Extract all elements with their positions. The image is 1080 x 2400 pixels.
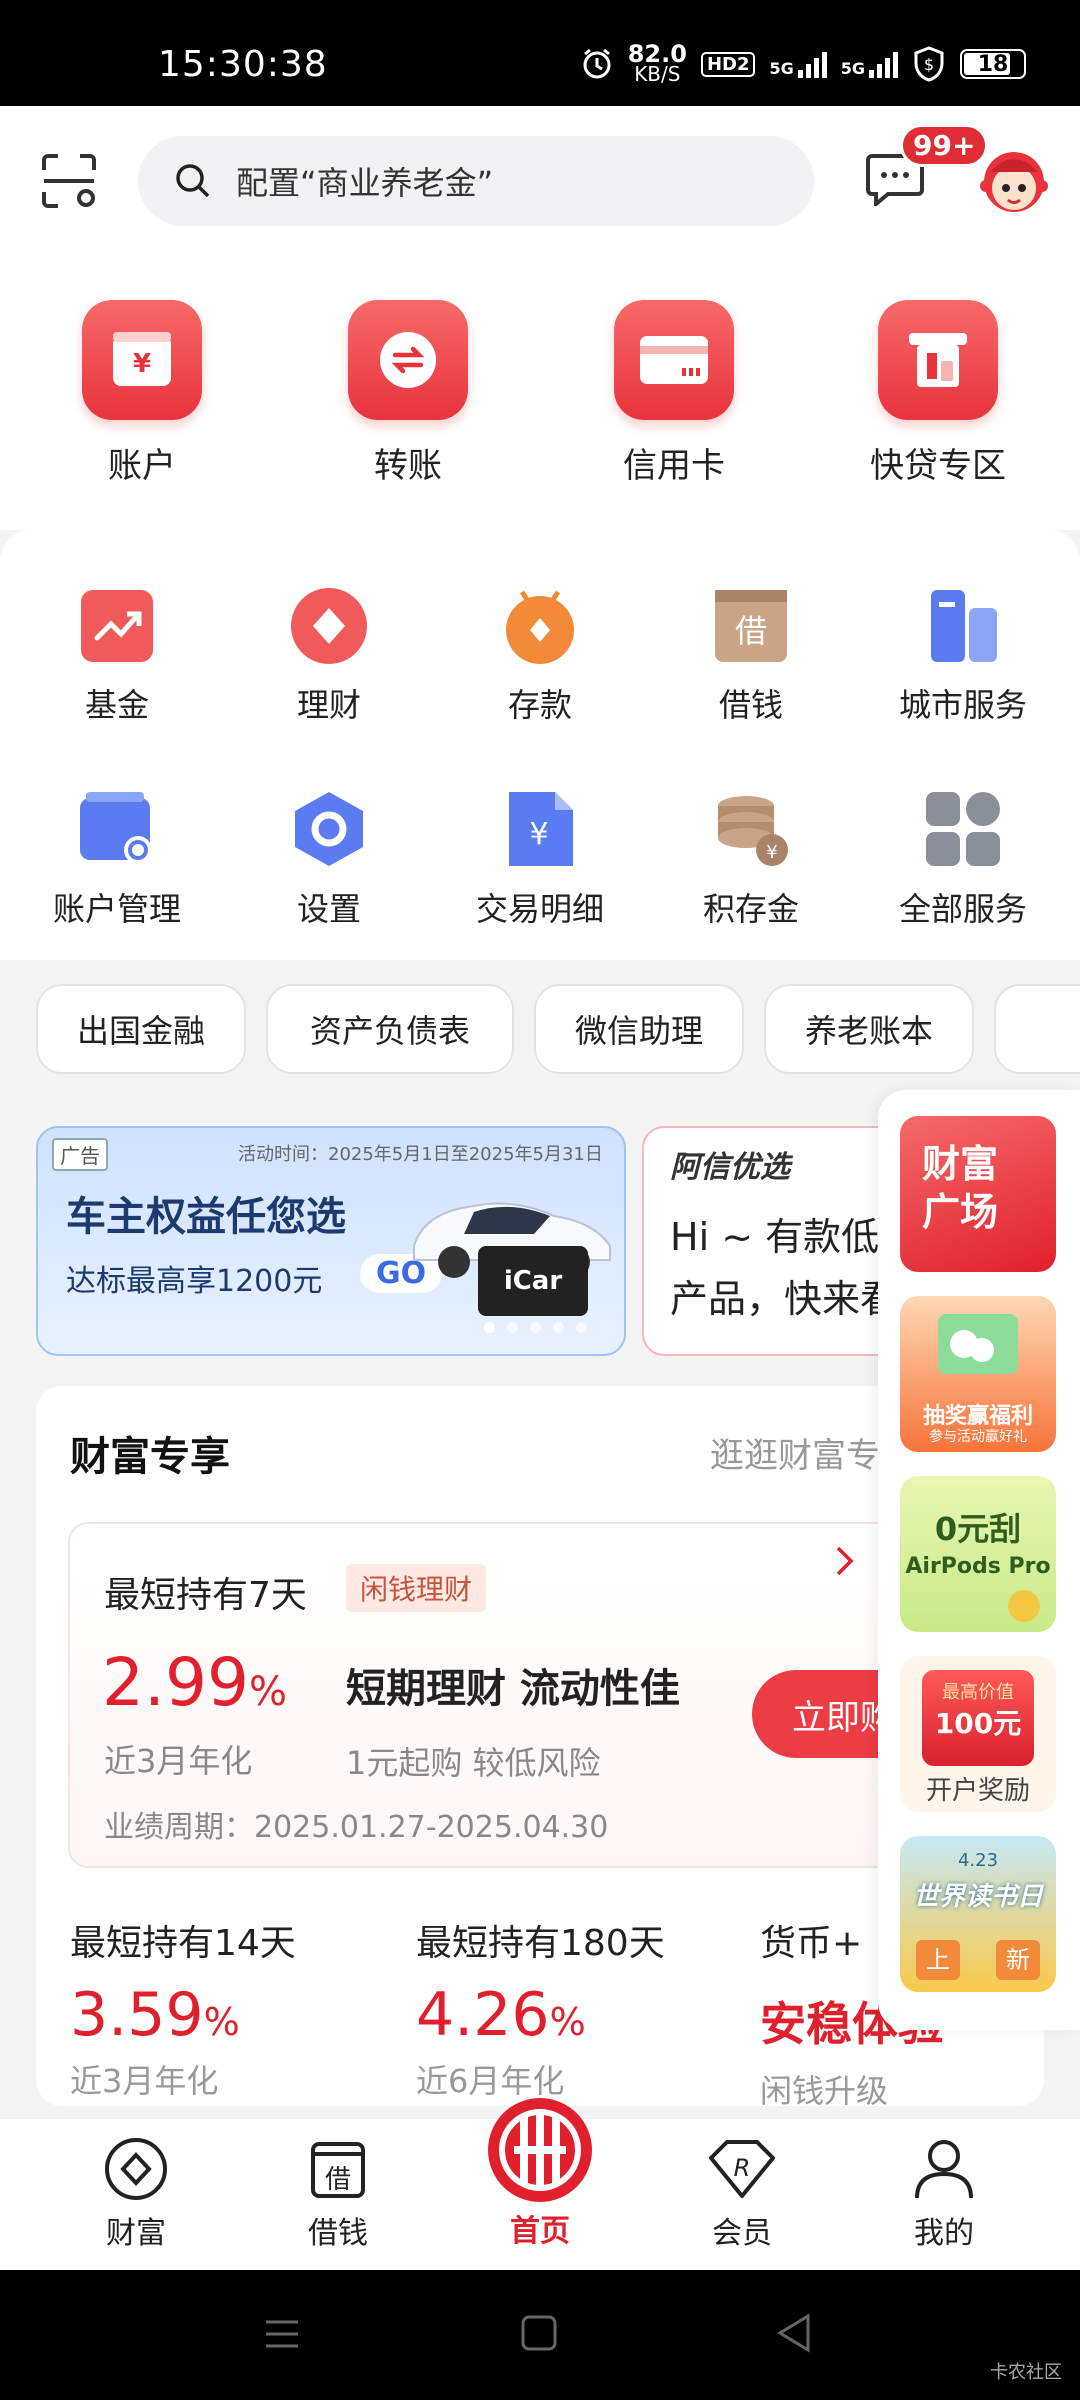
settings-hex-icon	[295, 792, 363, 866]
signal-2: 5G	[841, 50, 898, 78]
wealth-diamond-icon	[105, 2138, 167, 2200]
city-building-icon	[931, 590, 997, 662]
world-book-day-card[interactable]: 4.23 世界读书日 上 新	[900, 1836, 1056, 1992]
signal-1: 5G	[769, 50, 827, 78]
wallet-yuan-icon: ¥	[82, 300, 202, 420]
scan-icon[interactable]	[40, 152, 98, 210]
chip-balance-sheet[interactable]: 资产负债表	[266, 984, 514, 1074]
icar-card: iCar	[478, 1246, 588, 1316]
chip-pension-ledger[interactable]: 养老账本	[764, 984, 974, 1074]
battery-indicator: 18	[960, 49, 1026, 79]
wealth-title: 财富专享	[70, 1434, 230, 1480]
product-rate-label: 近3月年化	[104, 1742, 253, 1780]
top-nav-quick-loan[interactable]: 快贷专区	[848, 300, 1028, 487]
tab-member[interactable]: R 会员	[672, 2136, 812, 2252]
service-all[interactable]: 全部服务	[868, 788, 1058, 930]
service-wealth-management[interactable]: 理财	[234, 586, 424, 726]
member-r-icon: R	[709, 2140, 775, 2198]
search-icon	[176, 164, 210, 198]
banner-title: 车主权益任您选	[66, 1194, 346, 1240]
banner2-line1: Hi ~ 有款低	[670, 1215, 880, 1259]
airpods-scratch-card[interactable]: 0元刮 AirPods Pro	[900, 1476, 1056, 1632]
watermark: 卡农社区	[990, 2362, 1062, 2383]
chevron-right-icon[interactable]	[834, 1544, 856, 1578]
tab-wealth[interactable]: 财富	[66, 2136, 206, 2252]
transfer-icon	[348, 300, 468, 420]
credit-card-icon	[614, 300, 734, 420]
svg-text:R: R	[734, 2154, 751, 2182]
product-180d[interactable]: 最短持有180天 4.26% 近6月年化	[416, 1914, 746, 2102]
wealth-plaza-card[interactable]: 财富广场	[900, 1116, 1056, 1272]
svg-text:¥: ¥	[766, 842, 777, 863]
chip-overseas-finance[interactable]: 出国金融	[36, 984, 246, 1074]
gold-coins-icon: ¥	[718, 796, 788, 866]
top-nav-credit-card[interactable]: 信用卡	[584, 300, 764, 487]
lottery-card[interactable]: 抽奖赢福利 参与活动赢好礼	[900, 1296, 1056, 1452]
network-speed: 82.0 KB/S	[627, 40, 687, 86]
product-period: 业绩周期：2025.01.27-2025.04.30	[104, 1810, 609, 1845]
service-fund[interactable]: 基金	[22, 586, 212, 726]
search-bar[interactable]: 配置“商业养老金”	[138, 136, 814, 226]
recent-apps-icon[interactable]	[262, 2314, 302, 2354]
svg-text:$: $	[924, 55, 934, 74]
top-nav-account[interactable]: ¥ 账户	[52, 300, 232, 487]
deposit-icon	[506, 590, 574, 664]
service-city[interactable]: 城市服务	[868, 586, 1058, 726]
all-services-grid-icon	[926, 792, 1000, 866]
mascot-avatar-icon[interactable]	[976, 142, 1052, 222]
product-holding: 最短持有7天	[104, 1575, 307, 1616]
system-nav-bar: 卡农社区	[0, 2270, 1080, 2400]
hd-voice-badge: HD2	[700, 51, 756, 77]
top-nav-transfer[interactable]: 转账	[318, 300, 498, 487]
service-transactions[interactable]: ¥ 交易明细	[445, 788, 635, 930]
product-14d[interactable]: 最短持有14天 3.59% 近3月年化	[70, 1914, 400, 2102]
banner2-brand: 阿信优选	[670, 1150, 790, 1185]
alarm-icon	[583, 48, 611, 79]
back-button-icon[interactable]	[774, 2312, 814, 2354]
chip-wechat-assistant[interactable]: 微信助理	[534, 984, 744, 1074]
borrow-tab-icon: 借	[311, 2142, 365, 2198]
status-icons: 82.0 KB/S HD2 5G 5G $ 18	[580, 40, 1026, 86]
profile-icon	[915, 2140, 973, 2199]
svg-text:¥: ¥	[529, 817, 548, 852]
ad-tag: 广告	[52, 1138, 108, 1171]
transaction-detail-icon: ¥	[509, 792, 573, 866]
tab-home[interactable]: 首页	[470, 2096, 610, 2250]
car-owner-banner[interactable]: 广告 活动时间：2025年5月1日至2025年5月31日 车主权益任您选 达标最…	[36, 1126, 626, 1356]
tab-borrow[interactable]: 借 借钱	[268, 2136, 408, 2252]
status-bar: 15:30:38 82.0 KB/S HD2 5G 5G $ 18	[0, 0, 1080, 106]
tab-profile[interactable]: 我的	[874, 2136, 1014, 2252]
product-sub: 1元起购 较低风险	[346, 1744, 601, 1782]
home-button-icon[interactable]	[520, 2314, 558, 2352]
svg-text:借: 借	[325, 2165, 351, 2195]
borrow-icon: 借	[715, 590, 787, 662]
shield-dollar-icon: $	[914, 46, 944, 82]
account-manage-icon	[80, 792, 152, 864]
ad-period: 活动时间：2025年5月1日至2025年5月31日	[238, 1144, 603, 1165]
product-tag: 闲钱理财	[346, 1564, 487, 1612]
quick-loan-icon	[878, 300, 998, 420]
product-rate: 2.99%	[102, 1644, 287, 1721]
fund-trend-icon	[81, 590, 153, 662]
svg-text:借: 借	[735, 612, 767, 650]
svg-text:¥: ¥	[133, 349, 151, 379]
coin-icon	[1008, 1590, 1040, 1622]
product-headline: 短期理财 流动性佳	[346, 1666, 680, 1712]
service-account-manage[interactable]: 账户管理	[22, 788, 212, 930]
banner-subtitle: 达标最高享1200元	[66, 1264, 323, 1299]
diamond-icon	[291, 588, 367, 664]
citic-logo-icon	[488, 2098, 592, 2202]
chip-more-partial[interactable]	[994, 984, 1080, 1074]
service-gold[interactable]: ¥ 积存金	[656, 788, 846, 930]
service-borrow[interactable]: 借 借钱	[656, 586, 846, 726]
service-settings[interactable]: 设置	[234, 788, 424, 930]
carousel-dots	[484, 1322, 587, 1333]
wechat-giftcard-icon	[938, 1314, 1018, 1374]
account-opening-reward-card[interactable]: 最高价值 100元 开户奖励	[900, 1656, 1056, 1812]
search-placeholder: 配置“商业养老金”	[236, 164, 494, 202]
status-time: 15:30:38	[158, 44, 328, 85]
service-deposit[interactable]: 存款	[445, 586, 635, 726]
